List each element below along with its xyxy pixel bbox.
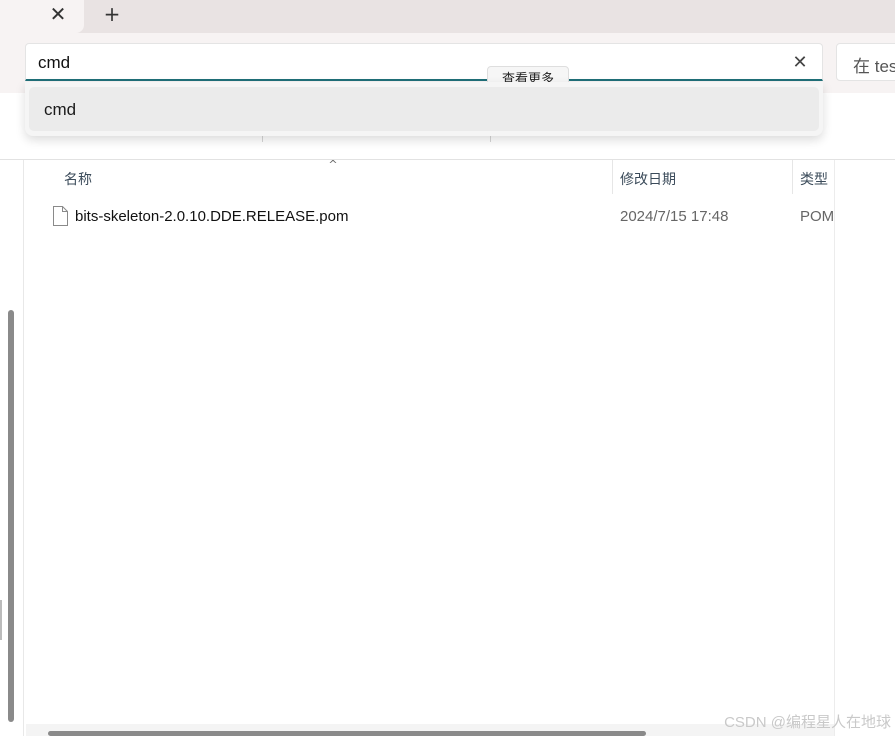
horizontal-scrollbar-thumb[interactable] xyxy=(48,731,646,736)
search-box[interactable]: 在 tes xyxy=(836,43,895,81)
address-input[interactable] xyxy=(38,52,778,74)
tab-active[interactable]: ✕ xyxy=(0,0,84,33)
suggestion-item[interactable]: cmd xyxy=(29,87,819,131)
file-type: POM xyxy=(800,208,834,225)
new-tab-icon[interactable]: + xyxy=(101,3,123,25)
close-tab-icon[interactable]: ✕ xyxy=(47,3,69,25)
column-header-row: 名称 ^ 修改日期 类型 xyxy=(24,158,834,196)
suggestion-label: cmd xyxy=(44,100,77,119)
column-header-type[interactable]: 类型 xyxy=(800,169,828,189)
sort-ascending-icon: ^ xyxy=(328,158,338,171)
clear-address-icon[interactable]: ✕ xyxy=(789,52,811,74)
file-modified-date: 2024/7/15 17:48 xyxy=(620,208,729,225)
column-divider[interactable] xyxy=(612,160,613,194)
details-pane-divider xyxy=(834,160,835,736)
address-bar[interactable]: ✕ xyxy=(25,43,823,81)
search-placeholder: 在 tes xyxy=(853,57,895,76)
column-divider[interactable] xyxy=(792,160,793,194)
navigation-pane xyxy=(0,160,24,736)
file-row[interactable]: bits-skeleton-2.0.10.DDE.RELEASE.pom 202… xyxy=(24,198,834,234)
file-icon xyxy=(53,206,68,226)
column-header-name[interactable]: 名称 xyxy=(64,169,92,189)
horizontal-scrollbar[interactable] xyxy=(26,724,834,736)
watermark: CSDN @编程星人在地球 xyxy=(724,714,891,731)
pane-resize-handle[interactable] xyxy=(0,600,2,640)
navigation-scrollbar[interactable] xyxy=(8,310,14,722)
file-name: bits-skeleton-2.0.10.DDE.RELEASE.pom xyxy=(75,208,349,225)
address-suggestions: cmd xyxy=(25,82,823,136)
tab-strip: ✕ + xyxy=(0,0,895,33)
column-header-modified[interactable]: 修改日期 xyxy=(620,169,676,189)
